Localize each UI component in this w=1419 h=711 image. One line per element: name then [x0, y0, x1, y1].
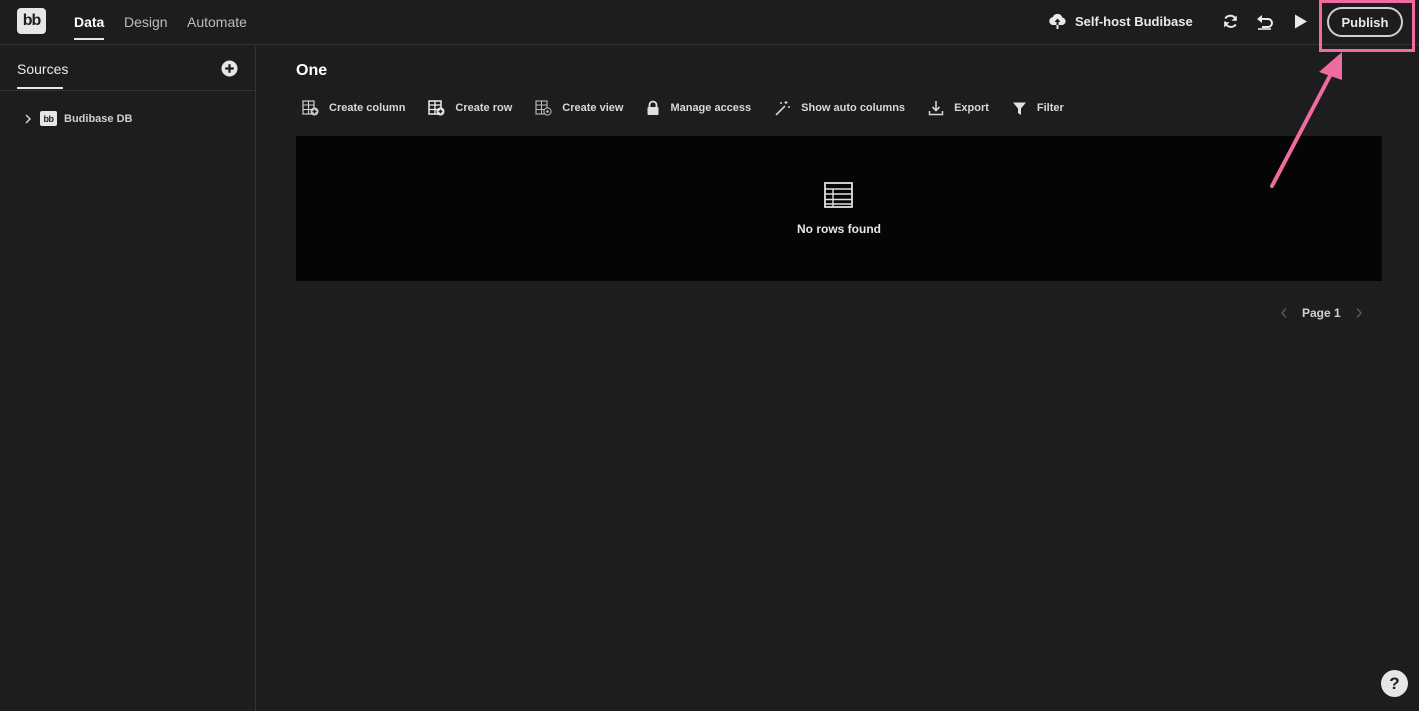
app-window: bb Data Design Automate Self-host Budiba…: [0, 0, 1419, 711]
cloud-upload-icon: [1049, 13, 1066, 29]
sidebar: Sources bb Budibase DB: [0, 46, 256, 711]
play-icon[interactable]: [1293, 13, 1308, 30]
sidebar-tab-sources[interactable]: Sources: [17, 61, 68, 77]
refresh-icon[interactable]: [1222, 13, 1239, 30]
table-row-add-icon: [428, 100, 445, 116]
create-row-label: Create row: [455, 102, 513, 114]
table-add-icon: [302, 100, 319, 116]
previous-page-icon[interactable]: [1280, 307, 1288, 319]
page-label: Page 1: [1302, 306, 1341, 320]
budibase-db-logo: bb: [40, 111, 57, 126]
create-view-label: Create view: [562, 102, 624, 114]
filter-label: Filter: [1036, 102, 1064, 114]
download-icon: [928, 101, 944, 116]
top-bar: bb Data Design Automate Self-host Budiba…: [0, 0, 1419, 45]
sidebar-item-label: Budibase DB: [64, 112, 133, 125]
budibase-logo[interactable]: bb: [17, 8, 46, 34]
self-host-label: Self-host Budibase: [1075, 13, 1193, 29]
chevron-right-icon[interactable]: [24, 113, 32, 124]
page-title: One: [296, 62, 328, 79]
tab-design[interactable]: Design: [124, 14, 168, 30]
empty-state-message: No rows found: [797, 222, 881, 236]
help-button[interactable]: ?: [1381, 670, 1408, 697]
filter-icon: [1012, 102, 1026, 115]
table-toolbar: Create column Create row Create view Man…: [302, 98, 1087, 118]
next-page-icon[interactable]: [1355, 307, 1363, 319]
data-table: No rows found: [296, 136, 1382, 281]
tab-automate[interactable]: Automate: [187, 14, 247, 30]
export-label: Export: [954, 102, 989, 114]
add-source-icon[interactable]: [221, 60, 238, 77]
undo-icon[interactable]: [1256, 13, 1274, 30]
tab-data[interactable]: Data: [74, 14, 105, 40]
lock-icon: [647, 100, 659, 115]
filter-button[interactable]: Filter: [1012, 101, 1064, 116]
table-icon: [824, 182, 853, 208]
create-view-button[interactable]: Create view: [535, 100, 623, 116]
pagination: Page 1: [1280, 306, 1363, 320]
manage-access-label: Manage access: [670, 102, 752, 114]
create-row-button[interactable]: Create row: [428, 100, 512, 116]
divider: [0, 90, 256, 91]
highlight-box: [1319, 0, 1415, 52]
sidebar-item-budibase-db[interactable]: bb Budibase DB: [24, 111, 132, 126]
export-button[interactable]: Export: [928, 100, 989, 116]
show-auto-columns-button[interactable]: Show auto columns: [774, 100, 905, 116]
self-host-link[interactable]: Self-host Budibase: [1048, 13, 1193, 29]
magic-wand-icon: [775, 101, 791, 116]
show-auto-columns-label: Show auto columns: [801, 102, 906, 114]
create-column-label: Create column: [329, 102, 406, 114]
table-view-icon: [535, 100, 552, 116]
create-column-button[interactable]: Create column: [302, 100, 405, 116]
manage-access-button[interactable]: Manage access: [646, 100, 751, 116]
active-tab-indicator: [17, 87, 63, 89]
